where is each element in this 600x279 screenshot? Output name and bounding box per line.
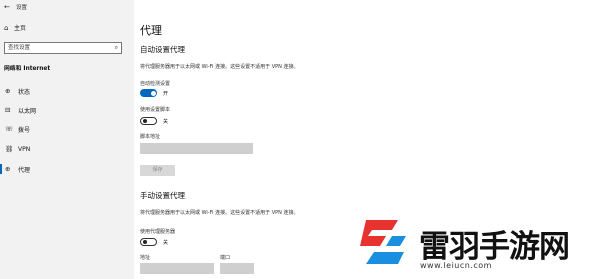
globe-icon: ⊕	[5, 87, 11, 95]
script-address-label: 脚本地址	[140, 134, 161, 140]
watermark-brand: 雷羽手游网	[419, 229, 570, 265]
home-label: 主页	[14, 25, 27, 32]
section-label: 网络和 Internet	[4, 66, 51, 72]
sidebar-item-ethernet[interactable]: ⊟ 以太网	[0, 102, 134, 118]
sidebar-item-label: 状态	[18, 88, 31, 96]
auto-detect-state: 开	[163, 90, 169, 97]
sidebar-item-vpn[interactable]: ⛓ VPN	[0, 141, 134, 157]
proxy-address-field[interactable]	[140, 263, 214, 274]
use-proxy-toggle[interactable]	[140, 238, 157, 246]
auto-detect-toggle[interactable]	[140, 89, 157, 97]
auto-proxy-description: 将代理服务器用于以太网或 Wi-Fi 连接。这些设置不适用于 VPN 连接。	[140, 64, 299, 70]
manual-proxy-heading: 手动设置代理	[140, 191, 185, 200]
window-title: 设置	[16, 5, 28, 11]
use-proxy-row: 关	[140, 238, 168, 246]
sidebar-item-status[interactable]: ⊕ 状态	[0, 83, 134, 99]
setup-script-row: 关	[140, 117, 168, 125]
sidebar-item-label: 代理	[18, 166, 31, 174]
auto-detect-label: 自动检测设置	[140, 81, 171, 87]
sidebar: ← 设置 ⌂ 主页 查找设置 ⌕ 网络和 Internet ⊕ 状态 ⊟ 以太网…	[0, 0, 134, 279]
home-icon: ⌂	[4, 23, 9, 32]
proxy-icon: ⊕	[5, 165, 11, 173]
search-icon[interactable]: ⌕	[115, 43, 118, 53]
page-title: 代理	[140, 24, 162, 37]
back-arrow-icon[interactable]: ←	[4, 3, 16, 11]
sidebar-item-home[interactable]: ⌂ 主页	[4, 23, 27, 33]
sidebar-item-label: 拨号	[18, 126, 31, 134]
sidebar-item-dialup[interactable]: ☏ 拨号	[0, 121, 134, 137]
sidebar-item-label: 以太网	[18, 107, 37, 115]
dialup-icon: ☏	[5, 125, 14, 133]
save-button[interactable]: 保存	[140, 165, 175, 176]
setup-script-label: 使用设置脚本	[140, 107, 171, 113]
proxy-port-label: 端口	[220, 255, 231, 261]
vpn-icon: ⛓	[5, 145, 14, 153]
search-placeholder: 查找设置	[8, 45, 31, 51]
search-input[interactable]: 查找设置 ⌕	[4, 42, 122, 54]
proxy-address-label: 地址	[140, 255, 151, 261]
proxy-port-field[interactable]	[220, 263, 254, 274]
use-proxy-state: 关	[163, 239, 169, 246]
setup-script-state: 关	[163, 118, 169, 125]
setup-script-toggle[interactable]	[140, 117, 157, 125]
watermark-url: www.leiucn.com	[420, 261, 492, 270]
brand-logo-icon	[360, 220, 406, 264]
sidebar-item-proxy[interactable]: ⊕ 代理	[0, 161, 134, 177]
title-bar: ← 设置	[0, 0, 134, 14]
auto-proxy-heading: 自动设置代理	[140, 45, 185, 54]
auto-detect-row: 开	[140, 89, 168, 97]
manual-proxy-description: 将代理服务器用于以太网或 Wi-Fi 连接。这些设置不适用于 VPN 连接。	[140, 210, 299, 216]
use-proxy-label: 使用代理服务器	[140, 229, 176, 235]
sidebar-item-label: VPN	[18, 145, 31, 153]
script-address-field[interactable]	[140, 143, 253, 154]
ethernet-icon: ⊟	[5, 106, 11, 114]
